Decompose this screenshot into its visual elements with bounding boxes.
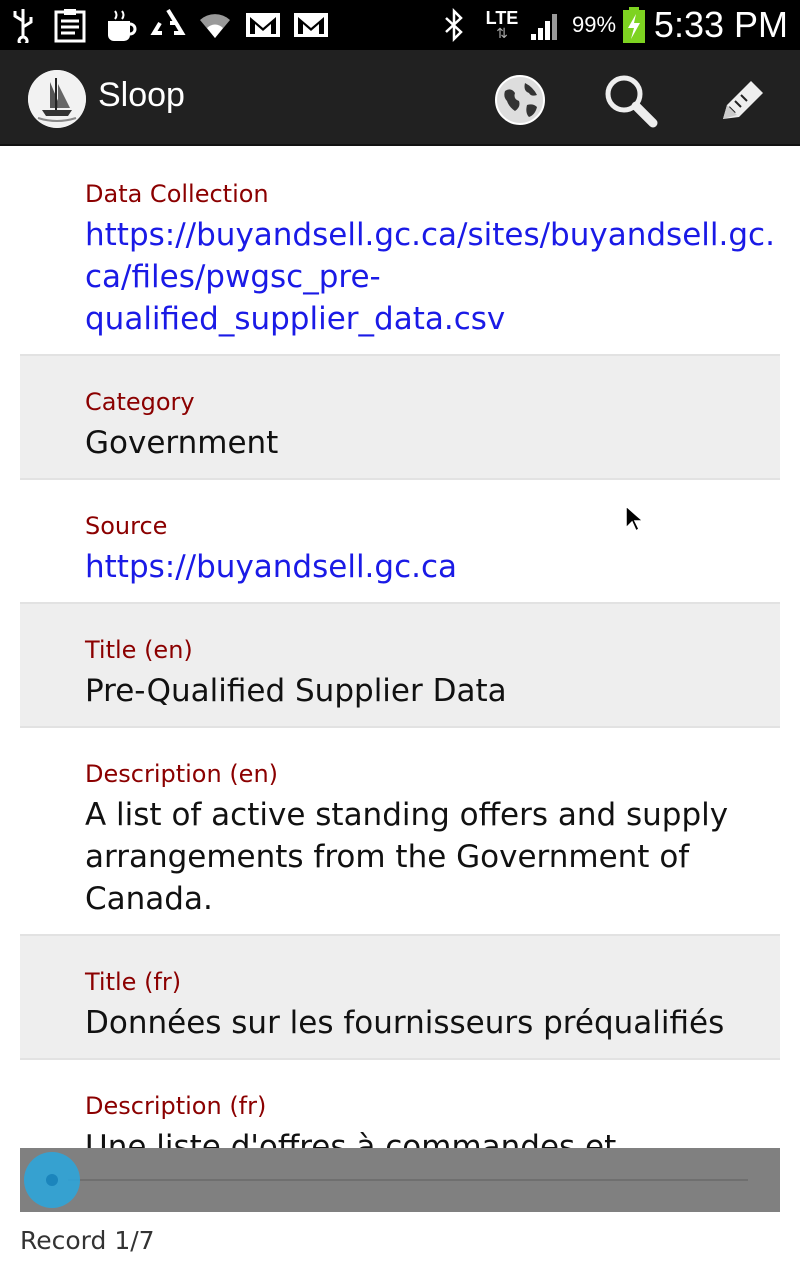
field-label: Description (fr) — [85, 1092, 267, 1120]
edit-icon — [723, 81, 763, 119]
field-label: Title (fr) — [85, 968, 182, 996]
app-title: Sloop — [98, 76, 185, 114]
field-label: Category — [85, 388, 195, 416]
data-arrows-icon: ⇅ — [496, 26, 508, 42]
slider-thumb-core — [46, 1174, 58, 1186]
field-label: Data Collection — [85, 180, 269, 208]
field-title-fr: Title (fr) Données sur les fournisseurs … — [20, 936, 780, 1060]
network-type-label: LTE — [485, 8, 519, 28]
field-value: Données sur les fournisseurs préqualifié… — [85, 1005, 725, 1041]
field-value: A list of active standing offers and sup… — [85, 797, 729, 917]
field-title-en: Title (en) Pre-Qualified Supplier Data — [20, 604, 780, 728]
search-icon — [605, 75, 658, 128]
field-data-collection: Data Collection https://buyandsell.gc.ca… — [20, 148, 780, 356]
field-category: Category Government — [20, 356, 780, 480]
clipboard-icon — [52, 6, 88, 44]
network-type-indicator: LTE ⇅ — [482, 6, 522, 44]
signal-icon — [528, 6, 564, 44]
field-value: Pre-Qualified Supplier Data — [85, 673, 507, 709]
field-label: Source — [85, 512, 168, 540]
app-logo-icon[interactable] — [28, 70, 86, 128]
recycle-icon — [150, 6, 186, 44]
field-description-fr: Description (fr) Une liste d'offres à co… — [20, 1060, 780, 1148]
usb-icon — [10, 6, 36, 44]
battery-percent: 99% — [572, 12, 617, 37]
field-label: Title (en) — [85, 636, 193, 664]
gmail-icon — [244, 6, 282, 44]
gmail-icon — [292, 6, 330, 44]
mouse-cursor-icon — [624, 504, 646, 534]
globe-button[interactable] — [490, 70, 550, 130]
slider-thumb[interactable] — [24, 1152, 80, 1208]
edit-button[interactable] — [712, 70, 772, 130]
record-counter: Record 1/7 — [20, 1226, 155, 1255]
bluetooth-icon — [442, 6, 466, 44]
coffee-icon — [104, 6, 138, 44]
battery-charging-icon — [620, 6, 648, 44]
record-slider[interactable] — [20, 1148, 780, 1212]
slider-track[interactable] — [68, 1179, 748, 1181]
source-link[interactable]: https://buyandsell.gc.ca — [85, 546, 780, 588]
record-detail-list[interactable]: Data Collection https://buyandsell.gc.ca… — [20, 148, 780, 1148]
field-value: Government — [85, 425, 279, 461]
search-button[interactable] — [600, 70, 660, 130]
action-bar: Sloop — [0, 50, 800, 146]
field-value: Une liste d'offres à commandes et d'arra… — [85, 1129, 617, 1148]
field-label: Description (en) — [85, 760, 279, 788]
data-collection-link[interactable]: https://buyandsell.gc.ca/sites/buyandsel… — [85, 214, 780, 340]
wifi-icon — [198, 6, 232, 44]
field-source: Source https://buyandsell.gc.ca — [20, 480, 780, 604]
field-description-en: Description (en) A list of active standi… — [20, 728, 780, 936]
clock: 5:33 PM — [653, 4, 788, 45]
globe-icon — [495, 75, 545, 125]
status-bar: LTE ⇅ 99% 5:33 PM — [0, 0, 800, 50]
